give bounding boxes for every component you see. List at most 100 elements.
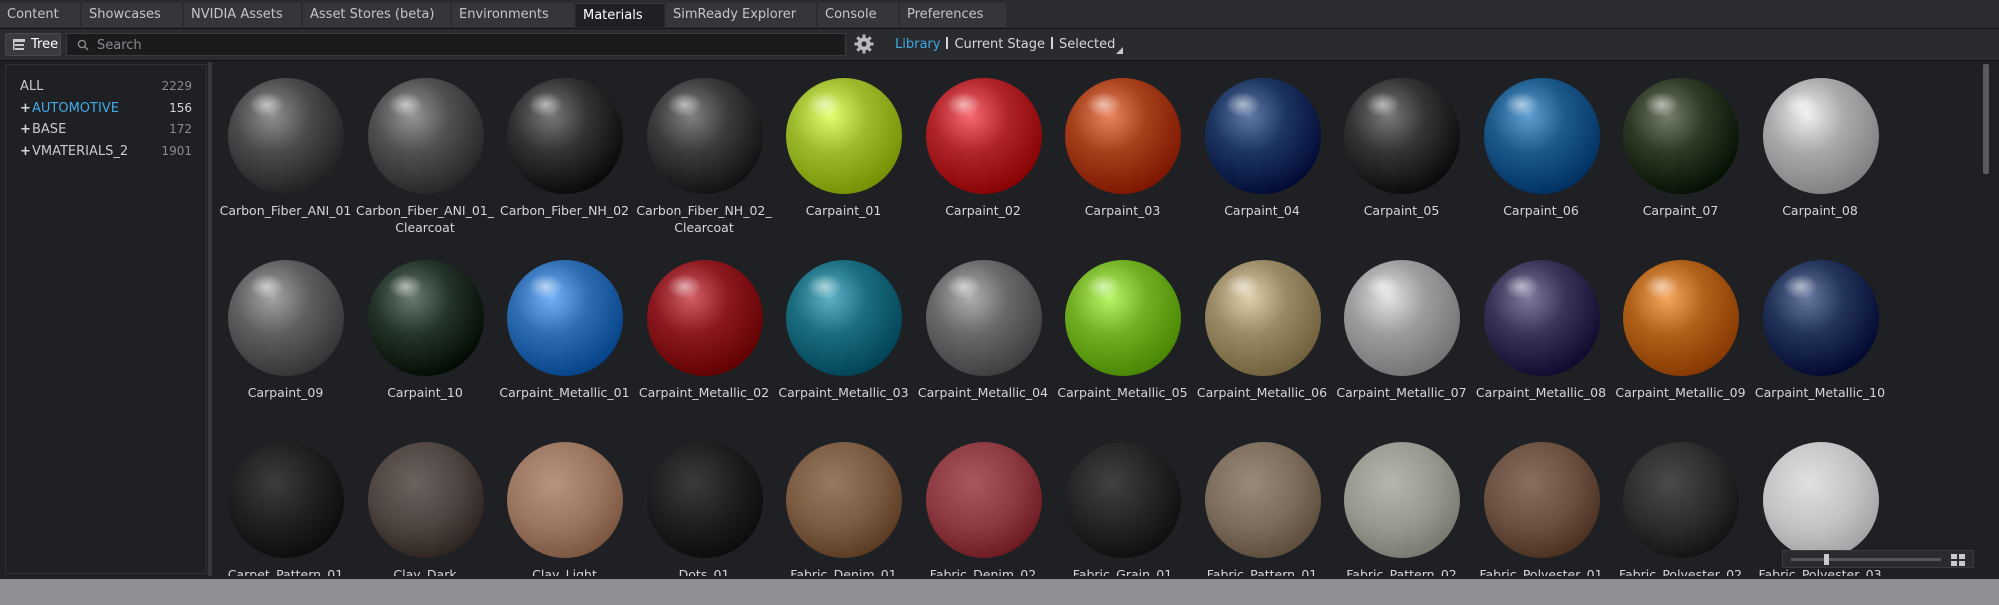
material-thumbnail[interactable]: Carbon_Fiber_NH_02_ Clearcoat xyxy=(635,66,774,236)
material-preview-sphere xyxy=(925,442,1042,558)
material-thumbnail[interactable]: Carbon_Fiber_NH_02 xyxy=(495,66,634,236)
material-preview-sphere xyxy=(1344,260,1460,376)
tab-showcases[interactable]: Showcases xyxy=(82,3,182,27)
material-preview-sphere xyxy=(1483,78,1600,194)
material-thumbnail[interactable]: Carpaint_10 xyxy=(356,248,495,418)
material-thumbnail[interactable]: Carpaint_Metallic_09 xyxy=(1611,248,1750,418)
material-grid: Carbon_Fiber_ANI_01 Carbon_Fiber_ANI_01_ … xyxy=(212,62,1988,576)
material-preview-sphere xyxy=(1762,78,1879,194)
material-preview-sphere xyxy=(1483,442,1600,558)
material-thumbnail[interactable]: Carpaint_01 xyxy=(774,66,913,236)
material-thumbnail[interactable]: Carpaint_04 xyxy=(1193,66,1332,236)
gear-icon[interactable] xyxy=(853,33,875,55)
tree-item-automotive[interactable]: + AUTOMOTIVE 156 xyxy=(6,98,206,119)
material-thumbnail[interactable]: Carpaint_Metallic_10 xyxy=(1751,248,1890,418)
material-thumbnail[interactable]: Carpaint_05 xyxy=(1332,66,1471,236)
material-name: Carpaint_10 xyxy=(387,385,463,400)
tree-item-label: AUTOMOTIVE xyxy=(32,100,119,116)
material-preview-sphere xyxy=(1623,442,1739,558)
filter-separator xyxy=(946,37,949,49)
material-thumbnail[interactable]: Carpaint_07 xyxy=(1611,66,1750,236)
material-thumbnail[interactable]: Carpaint_06 xyxy=(1472,66,1611,236)
tab-nvidia-assets[interactable]: NVIDIA Assets xyxy=(184,3,301,27)
tree-item-base[interactable]: + BASE 172 xyxy=(6,119,206,140)
material-preview-sphere xyxy=(646,78,763,194)
material-preview-sphere xyxy=(507,78,623,194)
material-thumbnail[interactable]: Carpaint_Metallic_01 xyxy=(495,248,634,418)
tab-simready-explorer[interactable]: SimReady Explorer xyxy=(666,3,816,27)
material-thumbnail[interactable]: Fabric_Polyester_01 xyxy=(1472,430,1611,576)
material-preview-sphere xyxy=(1065,260,1181,376)
material-preview-sphere xyxy=(1204,442,1321,558)
slider-handle[interactable] xyxy=(1824,554,1829,565)
material-thumbnail[interactable]: Carbon_Fiber_ANI_01_ Clearcoat xyxy=(356,66,495,236)
tab-environments[interactable]: Environments xyxy=(452,3,574,27)
tab-preferences[interactable]: Preferences xyxy=(900,3,1006,27)
expand-icon[interactable]: + xyxy=(20,141,31,162)
grid-scrollbar[interactable] xyxy=(1983,64,1989,174)
material-thumbnail[interactable]: Fabric_Grain_01 xyxy=(1053,430,1192,576)
material-thumbnail[interactable]: Carpet_Pattern_01 xyxy=(216,430,355,576)
material-thumbnail[interactable]: Carpaint_Metallic_07 xyxy=(1332,248,1471,418)
filter-current-stage[interactable]: Current Stage xyxy=(954,37,1045,52)
material-thumbnail[interactable]: Carpaint_Metallic_08 xyxy=(1472,248,1611,418)
tab-materials[interactable]: Materials xyxy=(576,3,664,27)
material-thumbnail[interactable]: Clay_Light xyxy=(495,430,634,576)
material-thumbnail[interactable]: Carpaint_02 xyxy=(914,66,1053,236)
tree-item-all[interactable]: ALL 2229 xyxy=(6,76,206,97)
thumbnail-size-slider[interactable] xyxy=(1791,558,1941,561)
material-thumbnail[interactable]: Fabric_Pattern_02 xyxy=(1332,430,1471,576)
material-name: Carpaint_Metallic_06 xyxy=(1196,385,1328,400)
tree-item-count: 172 xyxy=(169,122,192,136)
material-preview-sphere xyxy=(507,442,623,558)
tree-toggle-button[interactable]: Tree xyxy=(5,33,61,56)
material-thumbnail[interactable]: Clay_Dark xyxy=(356,430,495,576)
material-name: Carpaint_07 xyxy=(1642,203,1719,218)
expand-icon[interactable]: + xyxy=(20,119,31,140)
material-name: Clay_Light xyxy=(532,567,597,576)
tree-item-count: 1901 xyxy=(161,143,192,158)
grid-view-icon[interactable] xyxy=(1951,554,1965,566)
material-preview-sphere xyxy=(228,78,344,194)
material-name: Carpaint_Metallic_03 xyxy=(778,385,909,400)
material-thumbnail[interactable]: Fabric_Denim_02 xyxy=(914,430,1053,576)
material-name: Carpaint_Metallic_07 xyxy=(1336,385,1467,400)
material-thumbnail[interactable]: Fabric_Polyester_02 xyxy=(1611,430,1750,576)
material-thumbnail[interactable]: Carpaint_Metallic_06 xyxy=(1193,248,1332,418)
material-name: Carpaint_03 xyxy=(1084,203,1161,218)
material-thumbnail[interactable]: Carpaint_Metallic_05 xyxy=(1053,248,1192,418)
material-thumbnail[interactable]: Fabric_Denim_01 xyxy=(774,430,913,576)
material-thumbnail[interactable]: Carpaint_08 xyxy=(1751,66,1890,236)
tree-item-label: VMATERIALS_2 xyxy=(32,143,129,159)
material-name: Carpaint_04 xyxy=(1224,203,1300,218)
tab-content[interactable]: Content xyxy=(0,3,80,27)
filter-selected[interactable]: Selected xyxy=(1059,37,1115,52)
material-thumbnail[interactable]: Carpaint_Metallic_02 xyxy=(635,248,774,418)
material-thumbnail[interactable]: Dots_01 xyxy=(635,430,774,576)
source-filter: Library Current Stage Selected xyxy=(895,35,1124,55)
material-name: Fabric_Polyester_02 xyxy=(1618,567,1743,576)
tab-console[interactable]: Console xyxy=(818,3,898,27)
material-thumbnail[interactable]: Carpaint_Metallic_03 xyxy=(774,248,913,418)
thumbnail-size-control xyxy=(1782,550,1974,568)
material-thumbnail[interactable]: Carpaint_09 xyxy=(216,248,355,418)
material-name: Carpaint_02 xyxy=(945,203,1021,218)
material-thumbnail[interactable]: Fabric_Pattern_01 xyxy=(1193,430,1332,576)
material-thumbnail[interactable]: Carpaint_Metallic_04 xyxy=(914,248,1053,418)
tab-bar: Content Showcases NVIDIA Assets Asset Store… xyxy=(0,0,1999,29)
material-preview-sphere xyxy=(1204,78,1321,194)
search-input[interactable] xyxy=(95,35,839,56)
material-preview-sphere xyxy=(925,78,1042,194)
tree-item-vmaterials-2[interactable]: + VMATERIALS_2 1901 xyxy=(6,141,206,162)
tab-asset-stores-beta[interactable]: Asset Stores (beta) xyxy=(303,3,450,27)
material-preview-sphere xyxy=(1065,442,1181,558)
material-thumbnail[interactable]: Carpaint_03 xyxy=(1053,66,1192,236)
material-thumbnail[interactable]: Carbon_Fiber_ANI_01 xyxy=(216,66,355,236)
tree-icon xyxy=(13,39,25,50)
material-preview-sphere xyxy=(646,260,763,376)
filter-library[interactable]: Library xyxy=(895,37,940,52)
material-name: Carpaint_Metallic_02 xyxy=(638,385,770,400)
expand-icon[interactable]: + xyxy=(20,98,31,119)
material-preview-sphere xyxy=(786,78,902,194)
status-bar xyxy=(0,579,1999,605)
